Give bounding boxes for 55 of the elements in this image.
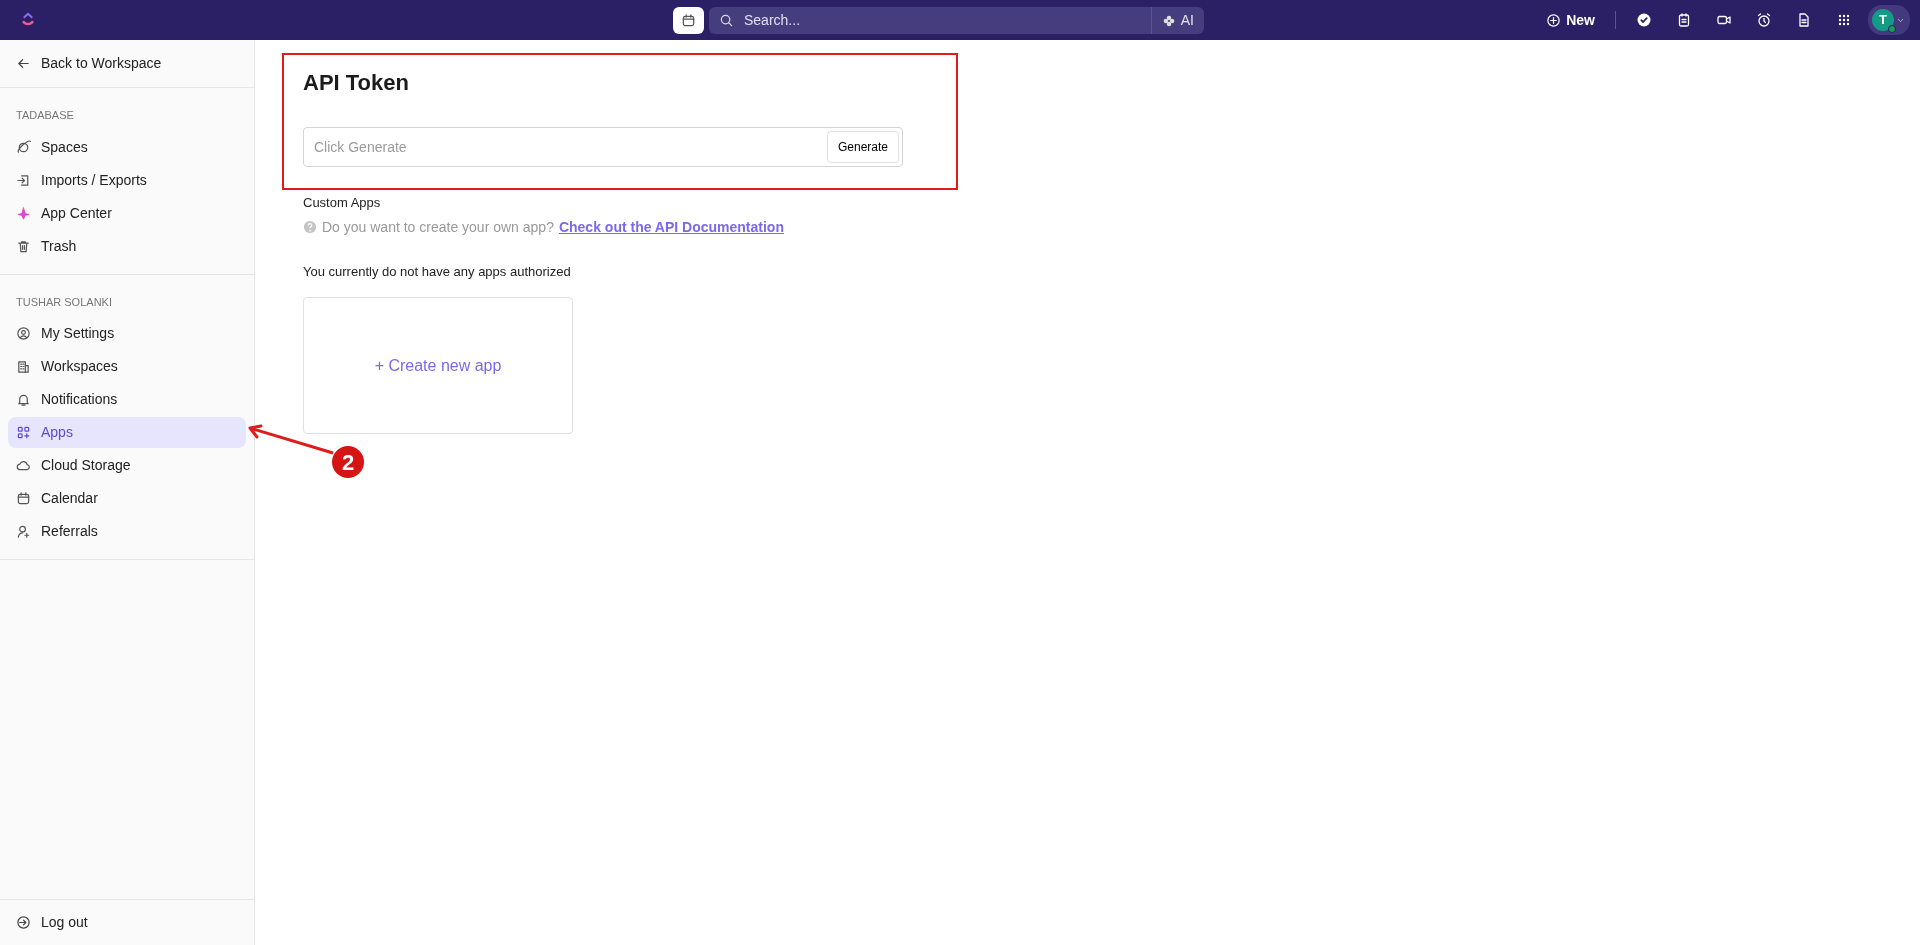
building-icon [16, 359, 31, 374]
section-heading: TUSHAR SOLANKI [15, 294, 113, 310]
back-link[interactable]: Back to Workspace [0, 40, 254, 88]
sidebar-item[interactable]: Cloud Storage [8, 450, 246, 481]
section-title: Custom Apps [303, 194, 382, 213]
empty-message: You currently do not have any apps authorized [303, 262, 572, 281]
sidebar-item[interactable]: Imports / Exports [8, 164, 246, 196]
sidebar-item[interactable]: App Center [8, 197, 246, 229]
arrow-left-icon [16, 56, 31, 71]
sidebar-item[interactable]: Spaces [8, 131, 246, 163]
search-field[interactable]: Search... AI [709, 7, 1204, 34]
sidebar-item[interactable]: Calendar [8, 483, 246, 514]
page-title: API Token [303, 70, 410, 97]
sidebar-item[interactable]: Workspaces [8, 351, 246, 382]
search-icon [719, 13, 734, 28]
new-button[interactable]: New [1534, 9, 1607, 31]
document-icon [1796, 12, 1812, 28]
profile-button[interactable]: T [1868, 5, 1910, 35]
section-heading: TADABASE [15, 108, 75, 123]
logout-icon [16, 915, 31, 930]
ai-button[interactable]: AI [1150, 7, 1204, 34]
create-app-card[interactable]: + Create new app [303, 297, 573, 435]
help-icon [303, 220, 317, 235]
apps-grid-icon [1836, 12, 1852, 28]
alarm-clock-icon [1756, 12, 1772, 28]
import-icon [16, 172, 31, 188]
trash-icon [16, 238, 31, 254]
checkmark-icon [1636, 12, 1652, 28]
avatar: T [1872, 9, 1894, 31]
logout-link[interactable]: Log out [0, 899, 254, 945]
sidebar-item[interactable]: Notifications [8, 384, 246, 415]
generate-button[interactable]: Generate [826, 131, 899, 164]
token-field[interactable]: Click Generate Generate [303, 127, 903, 168]
user-circle-icon [16, 326, 31, 341]
star-icon [16, 205, 31, 221]
documentation-link[interactable]: Check out the API Documentation [558, 216, 784, 238]
logo-icon [20, 11, 36, 27]
flower-icon [1161, 13, 1176, 28]
sidebar-item[interactable]: Trash [8, 230, 246, 262]
apps-icon [16, 425, 31, 440]
bell-icon [16, 392, 31, 407]
step-number-badge: 2 [332, 446, 364, 478]
cloud-icon [16, 458, 31, 473]
plus-circle-icon [1546, 12, 1562, 28]
clipboard-icon [1676, 12, 1692, 28]
sidebar-item[interactable]: Apps [8, 417, 246, 448]
online-status-icon [1888, 25, 1896, 33]
calendar-icon [16, 491, 31, 506]
sidebar-item[interactable]: My Settings [8, 318, 246, 349]
user-plus-icon [16, 524, 31, 539]
planet-icon [16, 139, 31, 155]
calendar-icon [681, 13, 696, 28]
sidebar-item[interactable]: Referrals [8, 516, 246, 547]
help-text: Do you want to create your own app? [322, 217, 554, 237]
calendar-button[interactable] [673, 7, 704, 34]
